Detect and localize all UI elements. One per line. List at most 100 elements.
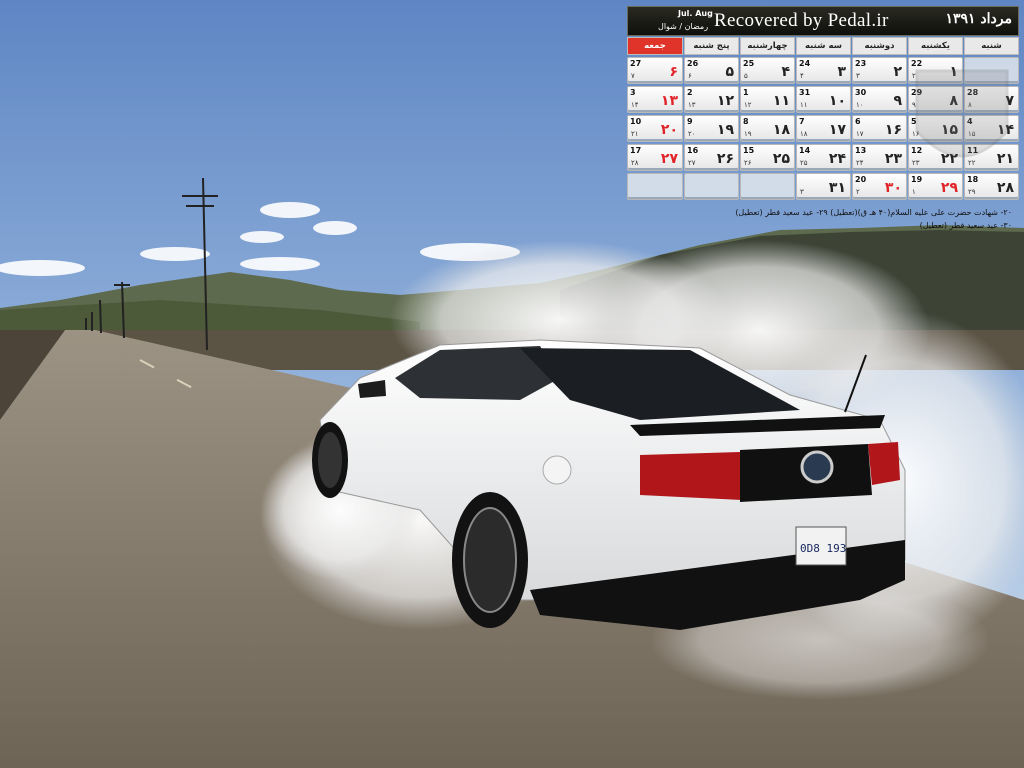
hijri-day-number: ۲۶ [744, 159, 752, 167]
hijri-day-number: ۱۴ [631, 101, 639, 109]
gregorian-day-number: 7 [799, 117, 805, 126]
calendar-widget: مرداد ۱۳۹۱ Recovered by Pedal.ir Jul. Au… [627, 6, 1019, 201]
gregorian-day-number: 15 [743, 146, 755, 155]
persian-day-number: ۱۷ [828, 122, 846, 138]
calendar-day-cell: ۹ 30 ۱۰ [852, 86, 907, 113]
persian-day-number: ۲۹ [940, 180, 958, 196]
gregorian-day-number: 27 [630, 59, 642, 68]
holiday-note-line: ۲۰- شهادت حضرت علی علیه السلام(۴۰ هـ ق)(… [735, 208, 1012, 217]
license-plate-text: 0D8 193 [800, 542, 846, 555]
calendar-day-cell: ۱۰ 31 ۱۱ [796, 86, 851, 113]
gregorian-day-number: 16 [687, 146, 699, 155]
hijri-day-number: ۲۷ [688, 159, 696, 167]
hijri-day-number: ۴ [800, 72, 804, 80]
hijri-day-number: ۱ [912, 188, 916, 196]
calendar-day-cell [627, 173, 683, 200]
gregorian-day-number: 30 [855, 88, 867, 97]
persian-day-number: ۲۸ [996, 180, 1014, 196]
gregorian-day-number: 3 [630, 88, 636, 97]
gregorian-day-number: 26 [687, 59, 699, 68]
calendar-day-cell: ۱۹ 9 ۲۰ [684, 115, 739, 142]
calendar-day-cell: ۲۷ 17 ۲۸ [627, 144, 683, 171]
gregorian-day-number: 9 [687, 117, 693, 126]
calendar-day-cell: ۱۶ 6 ۱۷ [852, 115, 907, 142]
persian-day-number: ۱۹ [716, 122, 734, 138]
hijri-day-number: ۱۹ [744, 130, 752, 138]
calendar-day-cell: ۱۱ 1 ۱۲ [740, 86, 795, 113]
weekday-5: چهارشنبه [740, 37, 795, 55]
hijri-day-number: ۱۳ [688, 101, 696, 109]
gregorian-day-number: 23 [855, 59, 867, 68]
hijri-day-number: ۳ [800, 188, 804, 196]
calendar-day-cell [740, 173, 795, 200]
gregorian-day-number: 25 [743, 59, 755, 68]
gregorian-day-number: 8 [743, 117, 749, 126]
persian-day-number: ۳۱ [828, 180, 846, 196]
hijri-day-number: ۶ [688, 72, 692, 80]
holiday-notes: ۲۰- شهادت حضرت علی علیه السلام(۴۰ هـ ق)(… [700, 206, 1012, 232]
persian-day-number: ۴ [781, 64, 790, 80]
calendar-header: مرداد ۱۳۹۱ Recovered by Pedal.ir Jul. Au… [627, 6, 1019, 36]
persian-day-number: ۱۶ [884, 122, 902, 138]
calendar-day-cell: ۳۱ ۳ [796, 173, 851, 200]
hijri-day-number: ۱۲ [744, 101, 752, 109]
holiday-note-line: ۳۰- عید سعید فطر (تعطیل) [919, 221, 1012, 230]
calendar-day-cell: ۲۴ 14 ۲۵ [796, 144, 851, 171]
gregorian-months: Jul. Aug [678, 9, 713, 18]
hijri-day-number: ۲۰ [688, 130, 696, 138]
pedal-watermark-logo [915, 69, 1009, 158]
calendar-day-cell: ۱۷ 7 ۱۸ [796, 115, 851, 142]
weekday-header-row: شنبه یکشنبه دوشنبه سه شنبه چهارشنبه پنج شنبه ج… [627, 37, 1019, 55]
calendar-day-cell: ۵ 26 ۶ [684, 57, 739, 84]
hijri-day-number: ۷ [631, 72, 635, 80]
recovered-text: Recovered by Pedal.ir [714, 10, 889, 31]
weekday-4: سه شنبه [796, 37, 851, 55]
calendar-day-cell [684, 173, 739, 200]
calendar-day-cell: ۳۰ 20 ۲ [852, 173, 907, 200]
gregorian-day-number: 2 [687, 88, 693, 97]
hijri-day-number: ۵ [744, 72, 748, 80]
hijri-day-number: ۲۹ [968, 188, 976, 196]
calendar-day-cell: ۱۳ 3 ۱۴ [627, 86, 683, 113]
gregorian-day-number: 31 [799, 88, 811, 97]
persian-day-number: ۳ [837, 64, 846, 80]
weekday-6: پنج شنبه [684, 37, 739, 55]
calendar-day-cell: ۱۸ 8 ۱۹ [740, 115, 795, 142]
weekday-2: یکشنبه [908, 37, 963, 55]
persian-day-number: ۶ [669, 64, 678, 80]
calendar-day-cell: ۲۵ 15 ۲۶ [740, 144, 795, 171]
hijri-day-number: ۲۸ [631, 159, 639, 167]
calendar-day-cell: ۲ 23 ۳ [852, 57, 907, 84]
calendar-day-cell: ۴ 25 ۵ [740, 57, 795, 84]
persian-day-number: ۲۰ [660, 122, 678, 138]
hijri-day-number: ۲۵ [800, 159, 808, 167]
gregorian-day-number: 1 [743, 88, 749, 97]
weekday-1: شنبه [964, 37, 1019, 55]
persian-day-number: ۲۳ [884, 151, 902, 167]
hijri-day-number: ۲۴ [856, 159, 864, 167]
calendar-day-cell: ۱۲ 2 ۱۳ [684, 86, 739, 113]
persian-day-number: ۱۳ [660, 93, 678, 109]
gregorian-day-number: 20 [855, 175, 867, 184]
gregorian-day-number: 10 [630, 117, 642, 126]
calendar-day-cell: ۲۳ 13 ۲۴ [852, 144, 907, 171]
calendar-day-cell: ۶ 27 ۷ [627, 57, 683, 84]
persian-day-number: ۲۶ [716, 151, 734, 167]
persian-day-number: ۱۸ [772, 122, 790, 138]
persian-day-number: ۵ [725, 64, 734, 80]
gregorian-day-number: 14 [799, 146, 811, 155]
hijri-day-number: ۱۷ [856, 130, 864, 138]
gregorian-day-number: 24 [799, 59, 811, 68]
persian-day-number: ۳۰ [884, 180, 902, 196]
hijri-day-number: ۳ [856, 72, 860, 80]
calendar-day-cell: ۲۰ 10 ۲۱ [627, 115, 683, 142]
persian-day-number: ۲۴ [828, 151, 846, 167]
persian-day-number: ۲ [893, 64, 902, 80]
persian-day-number: ۱۲ [716, 93, 734, 109]
calendar-day-cell: ۲۶ 16 ۲۷ [684, 144, 739, 171]
calendar-day-cell: ۳ 24 ۴ [796, 57, 851, 84]
hijri-day-number: ۲۱ [631, 130, 639, 138]
gregorian-day-number: 17 [630, 146, 642, 155]
hijri-months: رمضان / شوال [658, 22, 709, 31]
hijri-day-number: ۲ [856, 188, 860, 196]
